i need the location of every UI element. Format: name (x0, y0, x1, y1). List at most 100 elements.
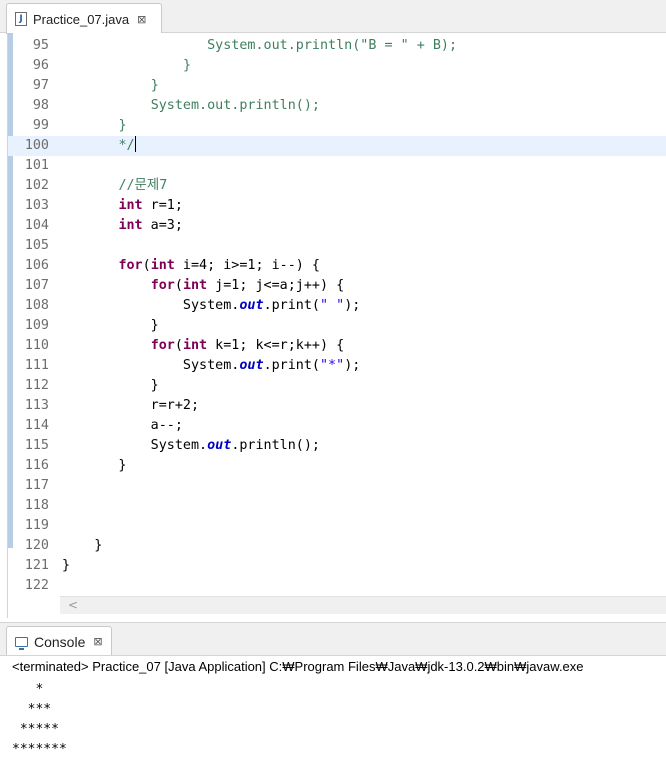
code-token: } (118, 118, 127, 133)
code-line[interactable]: 113 r=r+2; (8, 396, 666, 416)
code-line[interactable]: 107 for(int j=1; j<=a;j++) { (8, 276, 666, 296)
code-line[interactable]: 96 } (8, 56, 666, 76)
code-text: System.out.println(); (62, 96, 320, 116)
line-number: 100 (24, 138, 49, 153)
code-line[interactable]: 121} (8, 556, 666, 576)
line-number: 114 (24, 418, 49, 433)
code-line[interactable]: 102 //문제7 (8, 176, 666, 196)
code-token: ( (174, 278, 183, 293)
code-line[interactable]: 122 (8, 576, 666, 596)
code-token: } (62, 458, 127, 473)
code-line[interactable]: 103 int r=1; (8, 196, 666, 216)
code-line[interactable]: 111 System.out.print("*"); (8, 356, 666, 376)
line-number: 105 (24, 238, 49, 253)
code-token: int (182, 278, 208, 293)
line-number: 111 (24, 358, 49, 373)
code-line[interactable]: 116 } (8, 456, 666, 476)
line-number: 102 (24, 178, 49, 193)
code-token: " " (320, 298, 345, 313)
code-token: out (207, 438, 232, 453)
code-text: } (62, 456, 127, 476)
code-token: .print( (263, 358, 320, 373)
code-token: int (118, 198, 143, 213)
code-line[interactable]: 112 } (8, 376, 666, 396)
line-number: 103 (24, 198, 49, 213)
editor-tab-practice-07[interactable]: J Practice_07.java ⊠ (6, 3, 162, 34)
line-number: 97 (32, 78, 49, 93)
code-line[interactable]: 110 for(int k=1; k<=r;k++) { (8, 336, 666, 356)
code-text: } (62, 76, 159, 96)
code-line[interactable]: 97 } (8, 76, 666, 96)
code-line[interactable]: 119 (8, 516, 666, 536)
code-token: k=1; k<=r;k++) { (207, 338, 345, 353)
code-token: int (182, 338, 208, 353)
code-text: } (62, 556, 70, 576)
code-editor[interactable]: 95 System.out.println("B = " + B); 96 } 97… (7, 33, 666, 618)
code-token: for (150, 278, 175, 293)
console-view[interactable]: <terminated> Practice_07 [Java Applicati… (0, 655, 666, 784)
code-lines: 95 System.out.println("B = " + B); 96 } 97… (8, 36, 666, 596)
code-token: int (118, 218, 143, 233)
code-line[interactable]: 100 */ (8, 136, 666, 156)
code-token: System. (62, 438, 208, 453)
horizontal-scrollbar[interactable]: < (60, 596, 666, 614)
line-number: 113 (24, 398, 49, 413)
code-line[interactable]: 120 } (8, 536, 666, 556)
line-number: 122 (24, 578, 49, 593)
code-line[interactable]: 99 } (8, 116, 666, 136)
code-text: System.out.print(" "); (62, 296, 360, 316)
code-line[interactable]: 106 for(int i=4; i>=1; i--) { (8, 256, 666, 276)
line-number: 118 (24, 498, 49, 513)
code-line[interactable]: 114 a--; (8, 416, 666, 436)
close-icon[interactable]: ⊠ (137, 13, 146, 26)
java-file-icon: J (15, 12, 27, 26)
code-token: "*" (320, 358, 345, 373)
code-token: i=4; i>=1; i--) { (174, 258, 320, 273)
console-output: * *** ***** ******* (12, 680, 67, 760)
code-line[interactable]: 101 (8, 156, 666, 176)
code-text: System.out.println("B = " + B); (62, 36, 457, 56)
code-token: out (239, 298, 264, 313)
editor-tab-label: Practice_07.java (33, 11, 130, 27)
code-token: int (150, 258, 175, 273)
code-token: } (62, 378, 159, 393)
code-text: int a=3; (62, 216, 183, 236)
code-text: } (62, 316, 159, 336)
console-tab[interactable]: Console ⊠ (6, 626, 112, 656)
code-line[interactable]: 95 System.out.println("B = " + B); (8, 36, 666, 56)
code-token: } (62, 318, 159, 333)
code-text: for(int k=1; k<=r;k++) { (62, 336, 345, 356)
code-line[interactable]: 98 System.out.println(); (8, 96, 666, 116)
code-token: System. (62, 298, 240, 313)
scroll-left-icon[interactable]: < (68, 598, 78, 612)
code-line[interactable]: 104 int a=3; (8, 216, 666, 236)
code-line[interactable]: 109 } (8, 316, 666, 336)
console-tab-bar: Console ⊠ (0, 622, 666, 656)
code-line[interactable]: 117 (8, 476, 666, 496)
code-text: */ (62, 136, 136, 156)
code-token: } (182, 58, 191, 73)
console-output-line: * (12, 682, 44, 697)
code-line[interactable]: 118 (8, 496, 666, 516)
code-token: ( (142, 258, 151, 273)
console-monitor-icon (15, 636, 28, 650)
line-number: 104 (24, 218, 49, 233)
close-icon[interactable]: ⊠ (93, 635, 102, 648)
code-line[interactable]: 115 System.out.println(); (8, 436, 666, 456)
code-token: r=r+2; (62, 398, 200, 413)
code-line[interactable]: 105 (8, 236, 666, 256)
code-token: j=1; j<=a;j++) { (207, 278, 345, 293)
code-text: System.out.println(); (62, 436, 320, 456)
code-line[interactable]: 108 System.out.print(" "); (8, 296, 666, 316)
line-number: 116 (24, 458, 49, 473)
line-number: 107 (24, 278, 49, 293)
line-number: 117 (24, 478, 49, 493)
code-token: .print( (263, 298, 320, 313)
